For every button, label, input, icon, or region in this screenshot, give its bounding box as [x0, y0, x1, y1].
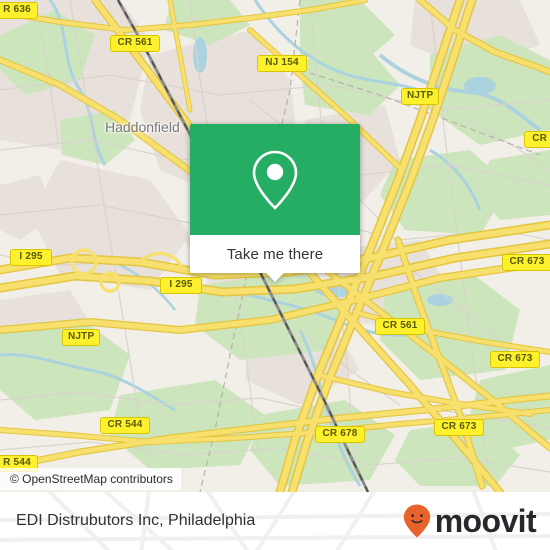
- shield-cr-561-south: CR 561: [375, 318, 425, 335]
- take-me-there-label: Take me there: [226, 245, 324, 263]
- shield-cr-636: R 636: [0, 2, 38, 19]
- location-popup-card[interactable]: Take me there: [190, 124, 360, 282]
- moovit-logo[interactable]: moovit: [402, 503, 537, 539]
- place-title: EDI Distrubutors Inc, Philadelphia: [16, 512, 256, 529]
- shield-cr-673-northeast: CR 673: [502, 254, 550, 271]
- shield-i295-center: I 295: [160, 277, 202, 294]
- location-pin-icon: [252, 150, 298, 210]
- shield-cr-561-north: CR 561: [110, 35, 160, 52]
- shield-cr-673-east: CR 673: [490, 351, 540, 368]
- map-attribution[interactable]: © OpenStreetMap contributors: [0, 468, 181, 490]
- shield-i295-west: I 295: [10, 249, 52, 266]
- shield-nj-154: NJ 154: [257, 55, 307, 72]
- shield-cr-673-south: CR 673: [434, 419, 484, 436]
- popup-action-bar[interactable]: Take me there: [190, 235, 360, 282]
- map-canvas[interactable]: Haddonfield R 636 CR 561 NJ 154 NJTP CR …: [0, 0, 550, 492]
- shield-cr-544: CR 544: [100, 417, 150, 434]
- shield-cr-678: CR 678: [315, 426, 365, 443]
- moovit-map-screenshot: Haddonfield R 636 CR 561 NJ 154 NJTP CR …: [0, 0, 550, 550]
- shield-cr-6-east: CR 6: [524, 131, 550, 148]
- moovit-smiley-pin-icon: [403, 504, 430, 538]
- footer-bar: EDI Distrubutors Inc, Philadelphia moovi…: [0, 492, 550, 550]
- popup-tail: [266, 273, 284, 282]
- shield-njtp-north: NJTP: [401, 88, 440, 105]
- popup-image-panel: [190, 124, 360, 235]
- shield-njtp-south: NJTP: [62, 329, 101, 346]
- place-label-haddonfield: Haddonfield: [105, 119, 180, 135]
- moovit-wordmark: moovit: [434, 503, 537, 539]
